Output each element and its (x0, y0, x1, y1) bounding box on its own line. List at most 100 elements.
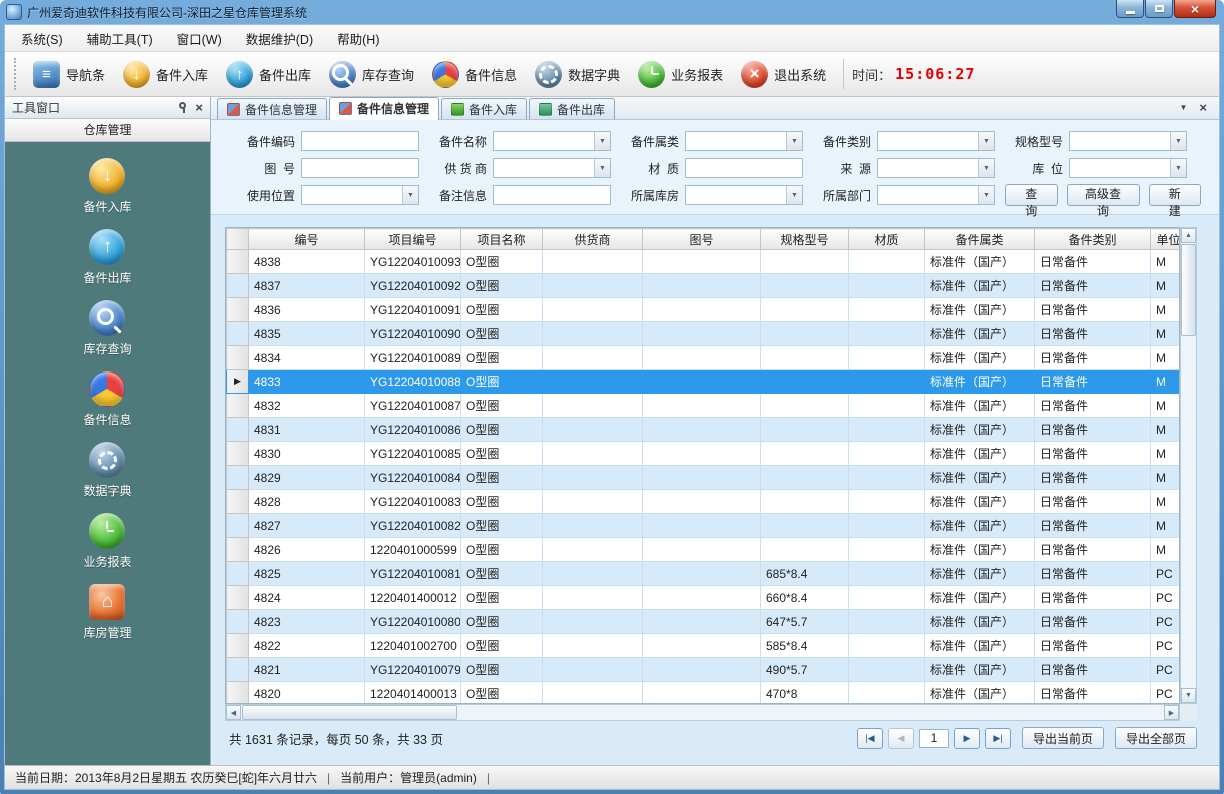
part-name-select[interactable]: ▼ (493, 131, 611, 151)
tab-2[interactable]: 备件信息管理 (329, 97, 439, 120)
toolbar-button-outbound[interactable]: ↑备件出库 (217, 57, 320, 92)
menu-aux-tools[interactable]: 辅助工具(T) (75, 25, 165, 51)
table-row[interactable]: 4835YG12204010090O型圈标准件（国产）日常备件M (227, 322, 1181, 346)
table-row[interactable]: 4838YG12204010093O型圈标准件（国产）日常备件M (227, 250, 1181, 274)
sidebar-item-inventory-search[interactable]: 库存查询 (83, 300, 131, 357)
toolbar-grip[interactable] (14, 58, 17, 90)
row-selector-cell[interactable] (227, 442, 249, 466)
table-row[interactable]: 48261220401000599O型圈标准件（国产）日常备件M (227, 538, 1181, 562)
table-row[interactable]: 4831YG12204010086O型圈标准件（国产）日常备件M (227, 418, 1181, 442)
scroll-down-icon[interactable]: ▼ (1181, 688, 1196, 703)
table-row[interactable]: ▶4833YG12204010088O型圈标准件（国产）日常备件M (227, 370, 1181, 394)
tab-list-dropdown-icon[interactable]: ▼ (1179, 103, 1187, 112)
supplier-select[interactable]: ▼ (493, 158, 611, 178)
last-page-button[interactable]: ▶| (985, 728, 1011, 749)
first-page-button[interactable]: |◀ (857, 728, 883, 749)
warehouse-select[interactable]: ▼ (685, 185, 803, 205)
row-selector-cell[interactable] (227, 610, 249, 634)
sidebar-item-data-dictionary[interactable]: 数据字典 (83, 442, 131, 499)
menu-system[interactable]: 系统(S) (9, 25, 75, 51)
toolbar-button-nav[interactable]: ≡导航条 (24, 57, 114, 92)
row-selector-cell[interactable] (227, 346, 249, 370)
row-selector-cell[interactable] (227, 514, 249, 538)
sidebar-item-business-report[interactable]: 业务报表 (83, 513, 131, 570)
row-selector-cell[interactable] (227, 274, 249, 298)
table-row[interactable]: 4825YG12204010081O型圈685*8.4标准件（国产）日常备件PC (227, 562, 1181, 586)
tab-3[interactable]: 备件入库 (441, 98, 527, 119)
column-header[interactable]: 编号 (249, 229, 365, 250)
column-header[interactable]: 备件属类 (925, 229, 1035, 250)
search-button[interactable]: 查询 (1005, 184, 1058, 206)
next-page-button[interactable]: ▶ (954, 728, 980, 749)
tab-close-icon[interactable]: × (1199, 100, 1207, 115)
pin-icon[interactable] (179, 102, 186, 109)
drawing-no-input[interactable] (301, 158, 419, 178)
toolbar-button-parts-info[interactable]: 备件信息 (423, 57, 526, 92)
column-header[interactable]: 单位 (1151, 229, 1181, 250)
row-selector-cell[interactable] (227, 538, 249, 562)
toolbar-button-business-report[interactable]: 业务报表 (629, 57, 732, 92)
row-selector-cell[interactable] (227, 586, 249, 610)
menu-data-maintain[interactable]: 数据维护(D) (234, 25, 325, 51)
column-header[interactable]: 图号 (643, 229, 761, 250)
toolbar-button-inbound[interactable]: ↓备件入库 (114, 57, 217, 92)
vertical-scrollbar[interactable]: ▲ ▼ (1180, 227, 1197, 704)
scroll-left-icon[interactable]: ◀ (226, 705, 241, 720)
scroll-up-icon[interactable]: ▲ (1181, 228, 1196, 243)
horizontal-scrollbar[interactable]: ◀ ▶ (225, 704, 1180, 721)
table-row[interactable]: 48221220401002700O型圈585*8.4标准件（国产）日常备件PC (227, 634, 1181, 658)
table-row[interactable]: 4834YG12204010089O型圈标准件（国产）日常备件M (227, 346, 1181, 370)
sidebar-item-warehouse-manage[interactable]: ⌂库房管理 (83, 584, 131, 641)
minimize-button[interactable] (1116, 0, 1144, 18)
table-row[interactable]: 4821YG12204010079O型圈490*5.7标准件（国产）日常备件PC (227, 658, 1181, 682)
menu-window[interactable]: 窗口(W) (165, 25, 234, 51)
toolbar-button-exit[interactable]: ×退出系统 (732, 57, 835, 92)
sidebar-section-header[interactable]: 仓库管理 (5, 119, 210, 142)
export-all-pages-button[interactable]: 导出全部页 (1115, 727, 1197, 749)
export-current-page-button[interactable]: 导出当前页 (1022, 727, 1104, 749)
part-category-select[interactable]: ▼ (685, 131, 803, 151)
table-row[interactable]: 4823YG12204010080O型圈647*5.7标准件（国产）日常备件PC (227, 610, 1181, 634)
part-code-input[interactable] (301, 131, 419, 151)
vertical-scroll-thumb[interactable] (1181, 244, 1196, 336)
maximize-button[interactable] (1145, 0, 1173, 18)
department-select[interactable]: ▼ (877, 185, 995, 205)
column-header[interactable]: 项目编号 (365, 229, 461, 250)
tab-4[interactable]: 备件出库 (529, 98, 615, 119)
use-position-select[interactable]: ▼ (301, 185, 419, 205)
row-selector-cell[interactable] (227, 394, 249, 418)
row-selector-cell[interactable] (227, 490, 249, 514)
sidebar-item-outbound[interactable]: ↑备件出库 (83, 229, 131, 286)
sidebar-item-parts-info[interactable]: 备件信息 (83, 371, 131, 428)
column-header[interactable]: 备件类别 (1035, 229, 1151, 250)
row-selector-cell[interactable] (227, 418, 249, 442)
table-row[interactable]: 4837YG12204010092O型圈标准件（国产）日常备件M (227, 274, 1181, 298)
row-selector-cell[interactable] (227, 298, 249, 322)
table-row[interactable]: 4829YG12204010084O型圈标准件（国产）日常备件M (227, 466, 1181, 490)
row-selector-cell[interactable] (227, 466, 249, 490)
new-button[interactable]: 新建 (1149, 184, 1202, 206)
table-row[interactable]: 4830YG12204010085O型圈标准件（国产）日常备件M (227, 442, 1181, 466)
location-select[interactable]: ▼ (1069, 158, 1187, 178)
toolbar-button-inventory-search[interactable]: 库存查询 (320, 57, 423, 92)
table-row[interactable]: 4827YG12204010082O型圈标准件（国产）日常备件M (227, 514, 1181, 538)
row-selector-cell[interactable] (227, 250, 249, 274)
horizontal-scroll-thumb[interactable] (242, 705, 457, 720)
row-selector-cell[interactable] (227, 322, 249, 346)
sidebar-close-icon[interactable]: × (195, 101, 203, 114)
column-header[interactable]: 供货商 (543, 229, 643, 250)
table-row[interactable]: 4828YG12204010083O型圈标准件（国产）日常备件M (227, 490, 1181, 514)
table-row[interactable]: 4832YG12204010087O型圈标准件（国产）日常备件M (227, 394, 1181, 418)
remark-input[interactable] (493, 185, 611, 205)
table-row[interactable]: 4836YG12204010091O型圈标准件（国产）日常备件M (227, 298, 1181, 322)
column-header[interactable]: 规格型号 (761, 229, 849, 250)
advanced-search-button[interactable]: 高级查询 (1067, 184, 1140, 206)
close-button[interactable]: × (1174, 0, 1216, 18)
tab-1[interactable]: 备件信息管理 (217, 98, 327, 119)
row-selector-cell[interactable] (227, 682, 249, 705)
row-selector-cell[interactable] (227, 658, 249, 682)
column-header[interactable]: 项目名称 (461, 229, 543, 250)
part-type-select[interactable]: ▼ (877, 131, 995, 151)
table-row[interactable]: 48201220401400013O型圈470*8标准件（国产）日常备件PC (227, 682, 1181, 705)
toolbar-button-data-dictionary[interactable]: 数据字典 (526, 57, 629, 92)
